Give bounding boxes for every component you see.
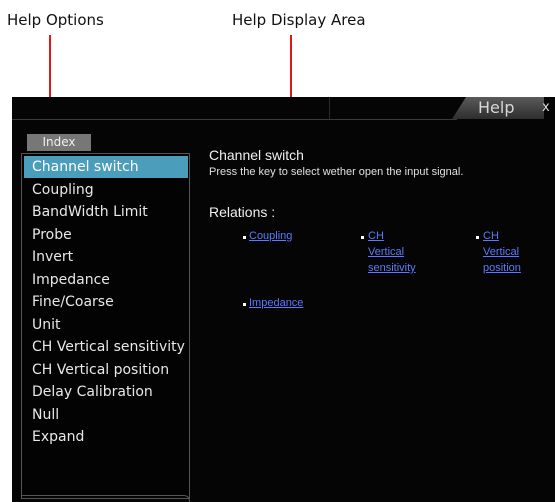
topbar-tick <box>329 97 330 119</box>
help-topic-title: Channel switch <box>209 147 304 163</box>
help-topic-description: Press the key to select wether open the … <box>209 166 464 178</box>
relation-link-coupling[interactable]: Coupling <box>249 229 292 244</box>
help-screen: Help x Index Channel switch Coupling Ban… <box>12 97 555 502</box>
index-item-impedance[interactable]: Impedance <box>24 269 188 291</box>
index-item-expand[interactable]: Expand <box>24 426 188 448</box>
index-item-invert[interactable]: Invert <box>24 246 188 268</box>
help-display-area-callout: Help Display Area <box>232 11 366 29</box>
index-item-coupling[interactable]: Coupling <box>24 179 188 201</box>
relation-link-ch-vertical-position-line1[interactable]: CH <box>483 229 499 244</box>
panel-footer-line <box>21 495 190 502</box>
relation-link-ch-vertical-sensitivity-line2[interactable]: Vertical <box>368 245 404 260</box>
bullet-coupling <box>243 236 246 239</box>
index-item-fine-coarse[interactable]: Fine/Coarse <box>24 291 188 313</box>
bullet-ch-vertical-position <box>476 236 479 239</box>
bullet-impedance <box>243 303 246 306</box>
close-icon[interactable]: x <box>542 100 550 115</box>
help-options-panel: Channel switch Coupling BandWidth Limit … <box>21 153 190 499</box>
relation-link-ch-vertical-sensitivity-line3[interactable]: sensitivity <box>368 261 416 276</box>
help-tab-label: Help <box>478 98 515 117</box>
relation-link-ch-vertical-position-line3[interactable]: position <box>483 261 521 276</box>
relation-link-ch-vertical-sensitivity-line1[interactable]: CH <box>368 229 384 244</box>
index-item-null[interactable]: Null <box>24 404 188 426</box>
index-item-unit[interactable]: Unit <box>24 314 188 336</box>
relation-link-ch-vertical-position-line2[interactable]: Vertical <box>483 245 519 260</box>
index-item-probe[interactable]: Probe <box>24 224 188 246</box>
index-item-ch-vertical-sensitivity[interactable]: CH Vertical sensitivity <box>24 336 188 358</box>
bullet-ch-vertical-sensitivity <box>361 236 364 239</box>
index-item-delay-calibration[interactable]: Delay Calibration <box>24 381 188 403</box>
relation-link-impedance[interactable]: Impedance <box>249 296 303 311</box>
topbar-divider <box>12 119 457 120</box>
index-item-channel-switch[interactable]: Channel switch <box>24 156 188 178</box>
help-tab[interactable]: Help <box>452 97 544 119</box>
relations-label: Relations : <box>209 204 276 220</box>
index-item-ch-vertical-position[interactable]: CH Vertical position <box>24 359 188 381</box>
help-options-callout: Help Options <box>7 11 104 29</box>
index-item-bandwidth-limit[interactable]: BandWidth Limit <box>24 201 188 223</box>
index-tab[interactable]: Index <box>27 134 91 151</box>
